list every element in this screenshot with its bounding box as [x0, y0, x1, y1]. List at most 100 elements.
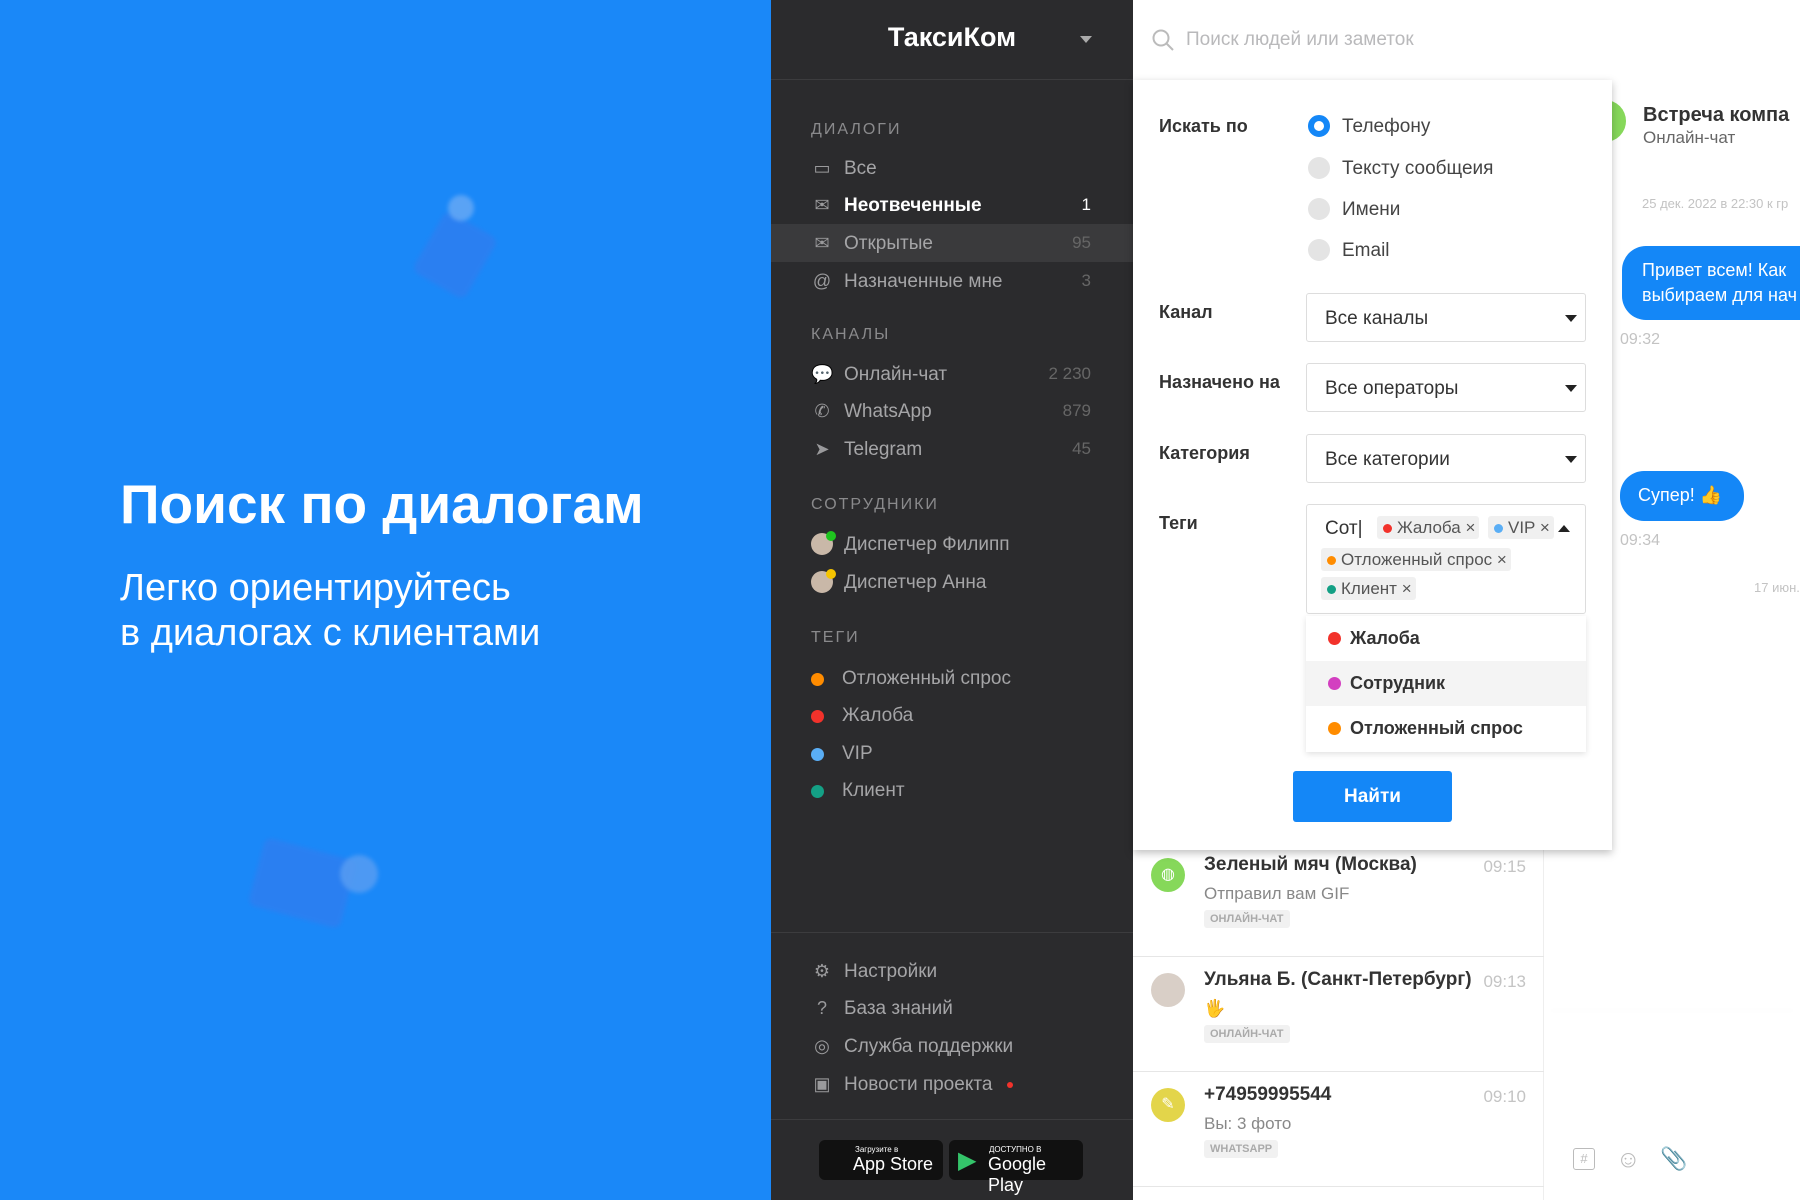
- item-count: 2 230: [1048, 364, 1091, 383]
- item-label: Открытые: [844, 233, 933, 254]
- radio-label: Email: [1342, 240, 1390, 261]
- app-store-button[interactable]: Загрузите в App Store: [819, 1140, 943, 1180]
- sidebar-item-staff[interactable]: Диспетчер Филипп: [771, 525, 1133, 563]
- item-label: Диспетчер Анна: [844, 572, 987, 593]
- section-label: КАНАЛЫ: [811, 326, 891, 343]
- radio-label: Тексту сообщеия: [1342, 158, 1494, 179]
- sidebar-item-news[interactable]: ▣ Новости проекта: [771, 1065, 1133, 1103]
- google-play-button[interactable]: ▶ ДОСТУПНО В Google Play: [949, 1140, 1083, 1195]
- remove-tag-icon[interactable]: ×: [1497, 550, 1507, 569]
- tag-chip[interactable]: Жалоба ×: [1377, 516, 1480, 539]
- chat-name: +74959995544: [1204, 1084, 1332, 1105]
- subtitle-line: в диалогах с клиентами: [120, 612, 541, 654]
- promo-title: Поиск по диалогам: [120, 473, 644, 535]
- chat-list-item[interactable]: ✎ +74959995544 09:10 Вы: 3 фото WHATSAPP: [1133, 1072, 1544, 1187]
- chat-time: 09:10: [1483, 1087, 1526, 1106]
- option-label: Сотрудник: [1350, 673, 1446, 693]
- section-label: СОТРУДНИКИ: [811, 496, 939, 513]
- tag-chip[interactable]: Клиент ×: [1321, 577, 1416, 600]
- radio-message-text[interactable]: Тексту сообщеия: [1308, 153, 1608, 183]
- search-input[interactable]: Поиск людей или заметок: [1186, 29, 1414, 51]
- chat-list-item[interactable]: ◍ Зеленый мяч (Москва) 09:15 Отправил ва…: [1133, 842, 1544, 957]
- sidebar-item-open[interactable]: ✉ Открытые 95: [771, 224, 1133, 262]
- category-select[interactable]: Все категории: [1306, 434, 1586, 483]
- message-line: выбираем для нач: [1642, 285, 1797, 305]
- sidebar-item-whatsapp[interactable]: ✆ WhatsApp 879: [771, 392, 1133, 430]
- chat-bubbles-icon: 💬: [811, 364, 834, 384]
- google-play-icon: ▶: [958, 1147, 977, 1174]
- item-count: 3: [1081, 271, 1091, 290]
- whatsapp-icon: ✆: [814, 401, 830, 421]
- chat-list-item[interactable]: Ульяна Б. (Санкт-Петербург) 09:13 🖐 ОНЛА…: [1133, 957, 1544, 1072]
- hashtag-icon[interactable]: #: [1573, 1148, 1595, 1170]
- caret-up-icon[interactable]: [1558, 525, 1570, 532]
- tag-chip[interactable]: VIP ×: [1488, 516, 1554, 539]
- item-count: 95: [1072, 233, 1091, 252]
- sidebar-item-assigned[interactable]: @ Назначенные мне 3: [771, 262, 1133, 300]
- item-label: Telegram: [844, 439, 923, 460]
- option-label: Жалоба: [1350, 628, 1420, 648]
- select-value: Все категории: [1325, 449, 1450, 470]
- item-count: 45: [1072, 439, 1091, 458]
- subtitle-line: Легко ориентируйтесь: [120, 567, 511, 609]
- sidebar-item-settings[interactable]: ⚙ Настройки: [771, 952, 1133, 990]
- sidebar-tag[interactable]: Отложенный спрос: [771, 659, 1133, 697]
- avatar: [811, 569, 836, 593]
- radio-email[interactable]: Email: [1308, 235, 1608, 265]
- tags-input[interactable]: Сот| Жалоба × VIP × Отложенный спрос × К…: [1306, 504, 1586, 614]
- item-count: 1: [1081, 195, 1091, 214]
- caret-down-icon[interactable]: [1080, 36, 1092, 43]
- item-label: WhatsApp: [844, 401, 932, 422]
- tag-chip[interactable]: Отложенный спрос ×: [1321, 548, 1511, 571]
- chip-label: Жалоба: [1397, 518, 1461, 537]
- dropdown-option[interactable]: Отложенный спрос: [1306, 706, 1586, 751]
- tags-label: Теги: [1159, 513, 1198, 533]
- sidebar-item-telegram[interactable]: ➤ Telegram 45: [771, 430, 1133, 468]
- store-caption: Загрузите в: [855, 1145, 899, 1154]
- workspace-switcher[interactable]: ТаксиКом: [771, 0, 1133, 80]
- at-icon: @: [812, 271, 832, 291]
- radio-phone[interactable]: Телефону: [1308, 111, 1608, 141]
- emoji-icon[interactable]: ☺: [1616, 1146, 1641, 1174]
- sidebar-item-knowledge-base[interactable]: ? База знаний: [771, 989, 1133, 1027]
- event-note: 25 дек. 2022 в 22:30 к гр: [1642, 196, 1789, 211]
- channel-select[interactable]: Все каналы: [1306, 293, 1586, 342]
- sidebar-item-support[interactable]: ◎ Служба поддержки: [771, 1027, 1133, 1065]
- item-label: База знаний: [844, 998, 953, 1019]
- tags-query: Сот|: [1325, 518, 1363, 539]
- sidebar-tag[interactable]: Клиент: [771, 771, 1133, 809]
- sidebar: ТаксиКом ДИАЛОГИ ▭ Все ✉ Неотвеченные 1 ✉ От…: [771, 0, 1133, 1200]
- sidebar-tag[interactable]: Жалоба: [771, 696, 1133, 734]
- sidebar-tag[interactable]: VIP: [771, 734, 1133, 772]
- find-button[interactable]: Найти: [1293, 771, 1452, 822]
- message-time: 09:34: [1620, 532, 1661, 549]
- select-value: Все каналы: [1325, 308, 1429, 329]
- radio-name[interactable]: Имени: [1308, 194, 1608, 224]
- sidebar-item-all[interactable]: ▭ Все: [771, 149, 1133, 187]
- item-label: Жалоба: [842, 705, 914, 726]
- store-name: Google Play: [988, 1154, 1047, 1195]
- chip-label: VIP: [1508, 518, 1536, 537]
- item-label: VIP: [842, 743, 873, 764]
- remove-tag-icon[interactable]: ×: [1402, 579, 1412, 598]
- dropdown-option[interactable]: Жалоба: [1306, 616, 1586, 661]
- sidebar-item-unanswered[interactable]: ✉ Неотвеченные 1: [771, 186, 1133, 224]
- chat-preview: Отправил вам GIF: [1204, 884, 1350, 903]
- item-count: 879: [1062, 401, 1091, 420]
- message-bubble: Супер! 👍: [1620, 471, 1744, 521]
- sidebar-item-online-chat[interactable]: 💬 Онлайн-чат 2 230: [771, 355, 1133, 393]
- sidebar-item-staff[interactable]: Диспетчер Анна: [771, 563, 1133, 601]
- remove-tag-icon[interactable]: ×: [1465, 518, 1475, 537]
- assigned-select[interactable]: Все операторы: [1306, 363, 1586, 412]
- search-bar[interactable]: Поиск людей или заметок: [1133, 0, 1800, 80]
- caret-down-icon: [1565, 315, 1577, 322]
- dropdown-option-highlighted[interactable]: Сотрудник: [1306, 661, 1586, 706]
- chat-time: 09:15: [1483, 857, 1526, 876]
- remove-tag-icon[interactable]: ×: [1540, 518, 1550, 537]
- paperclip-icon[interactable]: 📎: [1660, 1146, 1687, 1172]
- radio-label: Имени: [1342, 199, 1401, 220]
- tag-dot: [1327, 585, 1336, 594]
- item-label: Неотвеченные: [844, 195, 982, 216]
- ball-illustration: [340, 855, 378, 893]
- chat-name: Зеленый мяч (Москва): [1204, 854, 1417, 875]
